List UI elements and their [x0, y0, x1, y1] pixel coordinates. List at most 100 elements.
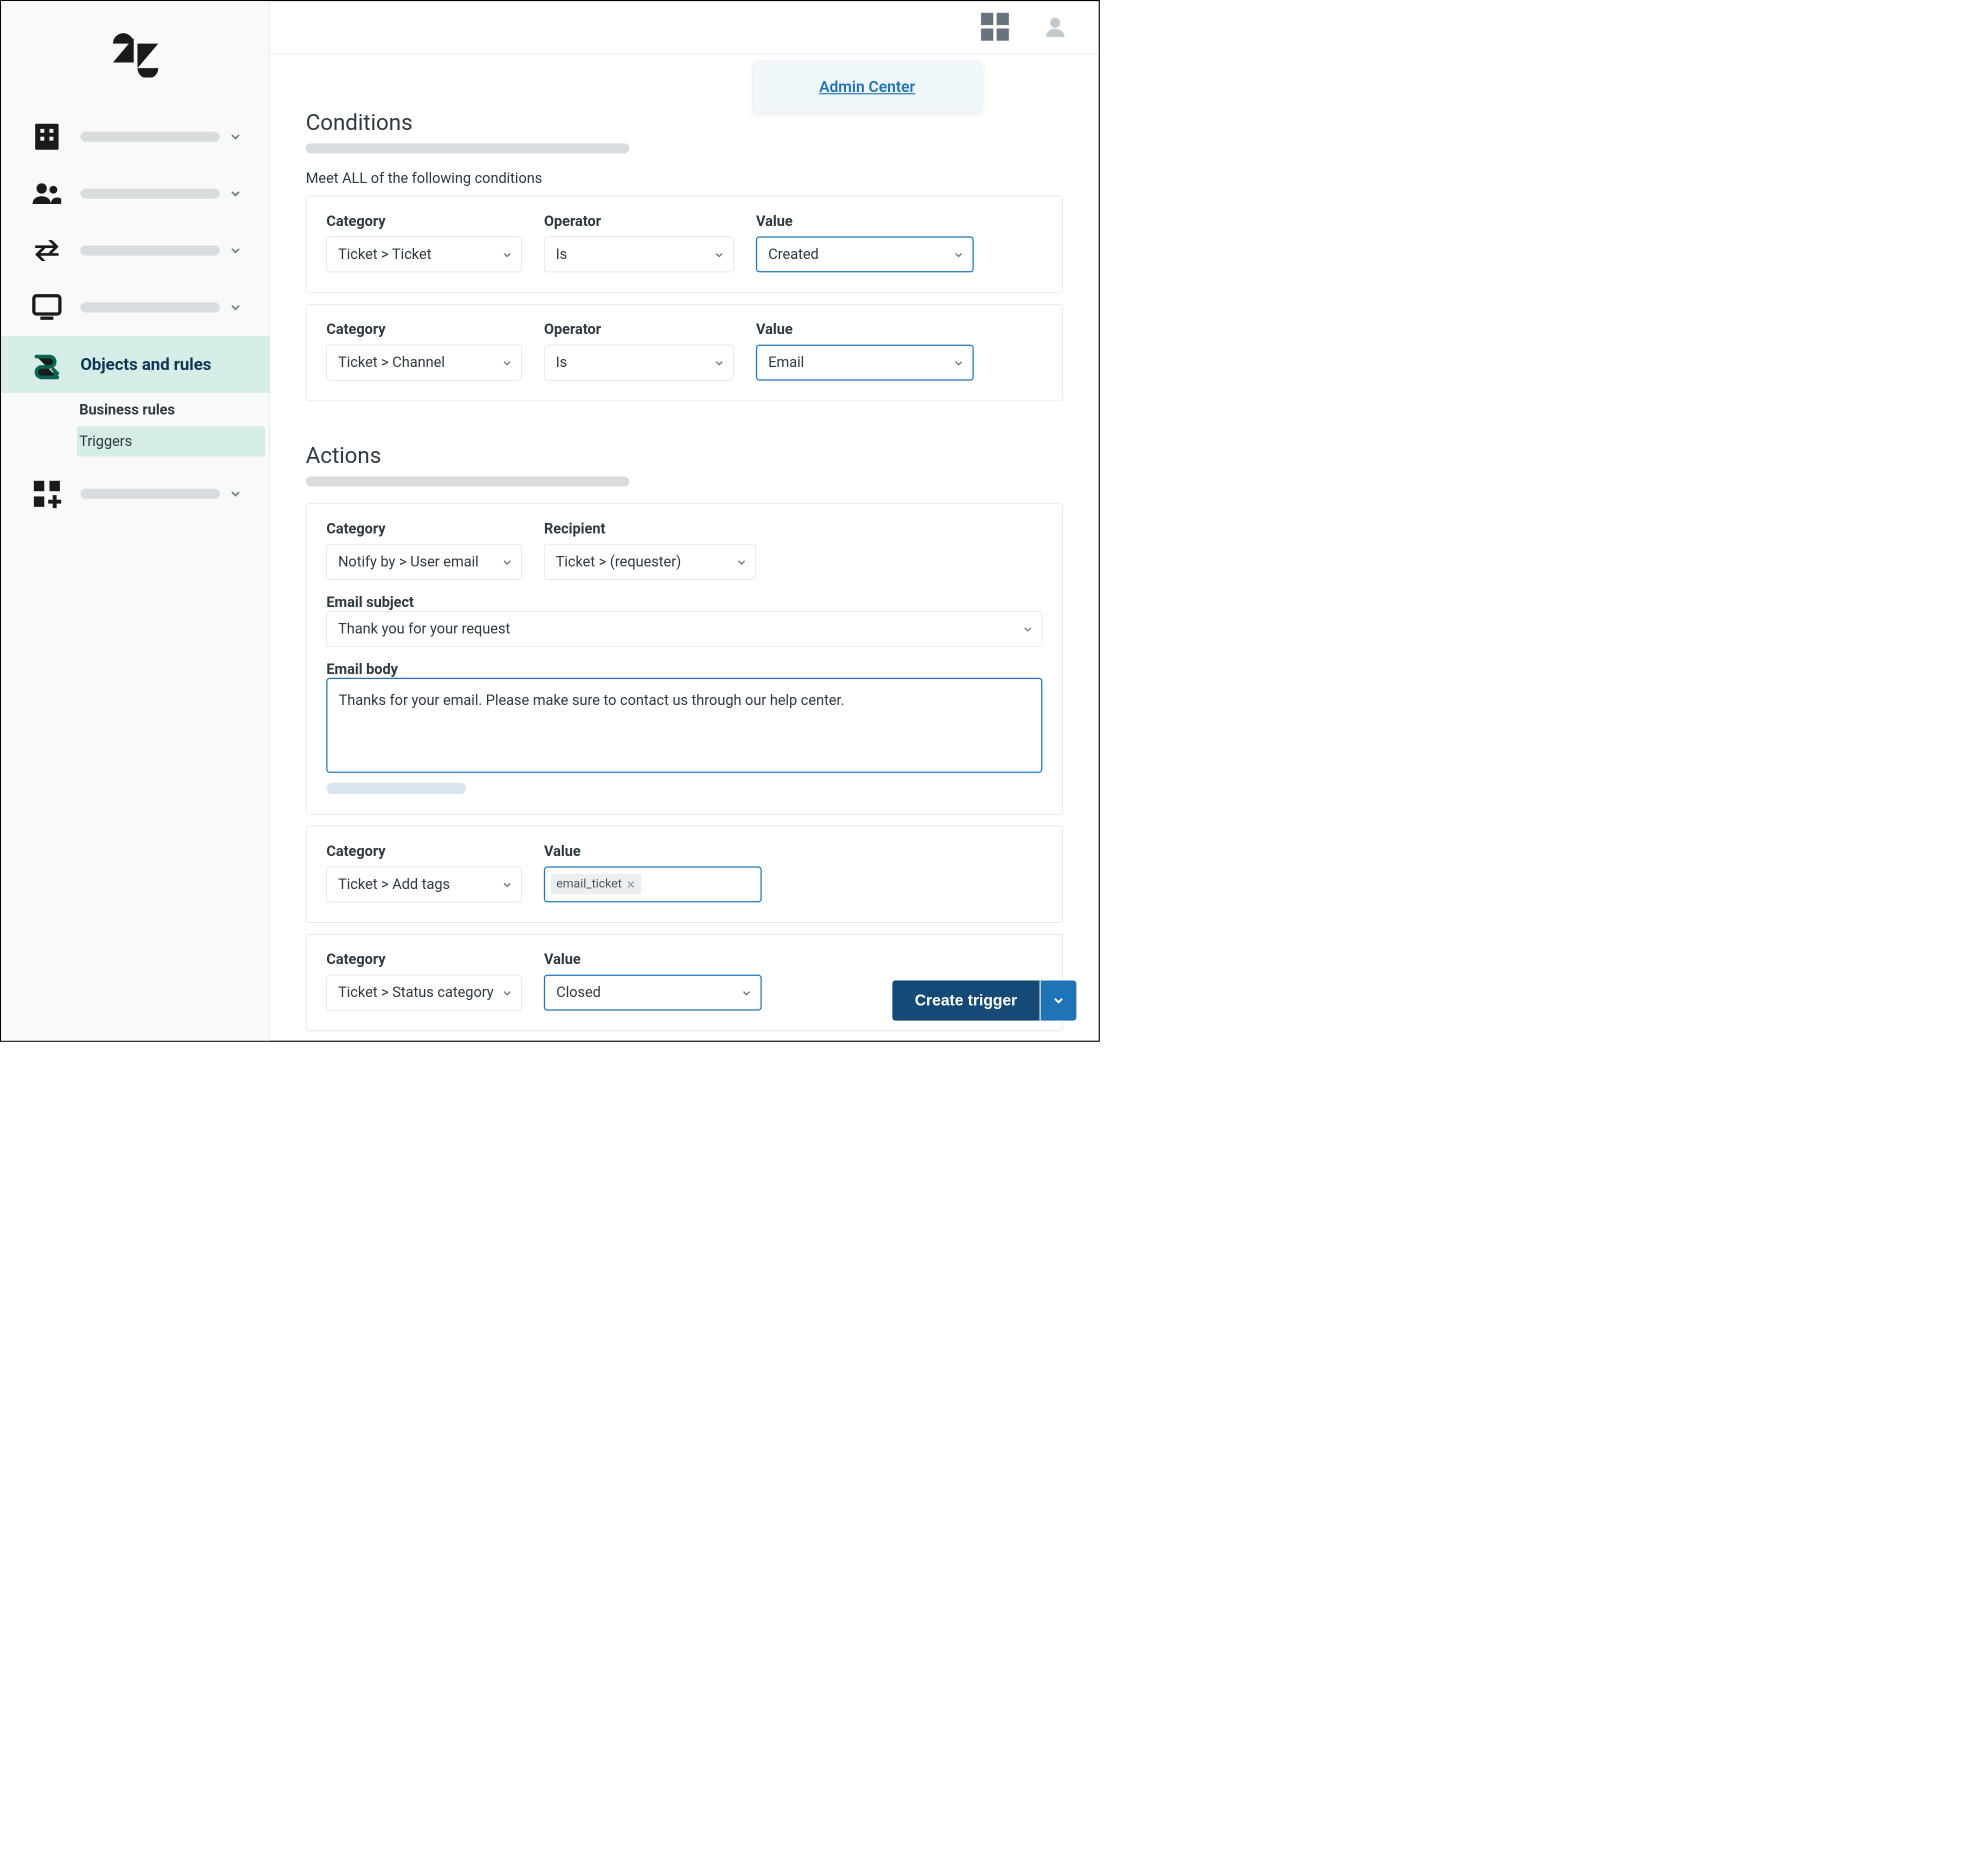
grid-icon: [981, 13, 1009, 41]
condition-value-select[interactable]: Created: [756, 237, 974, 273]
chevron-down-icon: [501, 878, 513, 890]
zendesk-logo-icon: [111, 28, 160, 77]
building-icon: [29, 119, 65, 155]
actions-title: Actions: [306, 442, 1063, 468]
chevron-down-icon: [953, 357, 965, 369]
select-value: Ticket > Status category: [338, 984, 494, 1001]
conditions-subtitle: Meet ALL of the following conditions: [306, 170, 1063, 187]
value-label: Value: [756, 213, 974, 230]
tag-chip: email_ticket ✕: [551, 874, 642, 895]
condition-value-select[interactable]: Email: [756, 345, 974, 381]
create-trigger-button[interactable]: Create trigger: [892, 980, 1039, 1020]
select-value: Email: [768, 354, 804, 371]
select-value: Ticket > Add tags: [338, 876, 450, 893]
select-value: Ticket > Channel: [338, 354, 445, 371]
select-value: Is: [556, 246, 567, 263]
sidebar-item-placeholder: [80, 302, 220, 312]
select-value: Ticket > Ticket: [338, 246, 431, 263]
sidebar-sub-item-triggers[interactable]: Triggers: [77, 426, 265, 456]
admin-center-dropdown: Admin Center: [753, 61, 982, 112]
chevron-down-icon: [501, 987, 513, 999]
sidebar-item-placeholder: [80, 132, 220, 142]
chevron-down-icon: [225, 484, 245, 504]
sidebar: Objects and rules Business rules Trigger…: [1, 1, 270, 1041]
chevron-down-icon: [713, 357, 725, 369]
action-card-notify: Category Notify by > User email Recipien…: [306, 503, 1063, 814]
remove-tag-icon[interactable]: ✕: [626, 878, 635, 891]
footer-actions: Create trigger: [892, 980, 1076, 1020]
chevron-down-icon: [501, 556, 513, 568]
user-menu-button[interactable]: [1041, 13, 1070, 42]
category-label: Category: [326, 951, 521, 968]
condition-category-select[interactable]: Ticket > Ticket: [326, 237, 521, 273]
sidebar-item-placeholder: [80, 489, 220, 499]
chevron-down-icon: [225, 240, 245, 260]
sidebar-item-placeholder: [80, 189, 220, 199]
chevron-down-icon: [740, 987, 752, 999]
operator-label: Operator: [544, 213, 734, 230]
conditions-title: Conditions: [306, 109, 1063, 135]
action-recipient-select[interactable]: Ticket > (requester): [544, 544, 756, 580]
chevron-down-icon: [501, 248, 513, 260]
topbar: Admin Center: [270, 1, 1099, 53]
chevron-down-icon: [1022, 623, 1034, 635]
category-label: Category: [326, 521, 521, 538]
sidebar-item-placeholder: [80, 246, 220, 256]
action-category-select[interactable]: Ticket > Add tags: [326, 867, 521, 903]
monitor-icon: [29, 290, 65, 326]
value-label: Value: [544, 951, 762, 968]
email-body-textarea[interactable]: Thanks for your email. Please make sure …: [326, 678, 1042, 773]
sidebar-subnav: Business rules Triggers: [1, 393, 269, 457]
chevron-down-icon: [1051, 993, 1066, 1008]
select-value: Is: [556, 354, 567, 371]
tag-text: email_ticket: [556, 877, 622, 891]
condition-operator-select[interactable]: Is: [544, 345, 734, 381]
email-subject-label: Email subject: [326, 594, 414, 611]
sidebar-item-apps[interactable]: [1, 465, 269, 522]
conditions-description-placeholder: [306, 143, 630, 153]
sidebar-item-people[interactable]: [1, 165, 269, 222]
apps-icon: [29, 476, 65, 512]
select-value: Closed: [556, 984, 601, 1001]
condition-operator-select[interactable]: Is: [544, 237, 734, 273]
sidebar-sub-heading: Business rules: [79, 393, 269, 426]
sidebar-item-workspaces[interactable]: [1, 279, 269, 336]
chevron-down-icon: [225, 184, 245, 204]
input-value: Thank you for your request: [338, 620, 510, 637]
apps-grid-button[interactable]: [980, 13, 1009, 42]
sidebar-nav: Objects and rules Business rules Trigger…: [1, 105, 269, 522]
action-card-tags: Category Ticket > Add tags Value email_t…: [306, 826, 1063, 923]
admin-center-link[interactable]: Admin Center: [819, 78, 915, 96]
sidebar-item-company[interactable]: [1, 108, 269, 165]
email-subject-input[interactable]: Thank you for your request: [326, 611, 1042, 647]
sidebar-item-objects-rules[interactable]: Objects and rules: [1, 336, 269, 393]
app-frame: Objects and rules Business rules Trigger…: [0, 0, 1100, 1042]
chevron-down-icon: [713, 248, 725, 260]
user-icon: [1043, 15, 1068, 40]
value-label: Value: [544, 843, 762, 860]
action-category-select[interactable]: Notify by > User email: [326, 544, 521, 580]
select-value: Created: [768, 246, 818, 263]
value-label: Value: [756, 321, 974, 338]
chevron-down-icon: [953, 248, 965, 260]
condition-card: Category Ticket > Channel Operator Is: [306, 304, 1063, 401]
content-area: Conditions Meet ALL of the following con…: [270, 54, 1099, 1041]
chevron-down-icon: [225, 297, 245, 317]
workflow-icon: [29, 347, 65, 383]
chevron-down-icon: [501, 357, 513, 369]
people-icon: [29, 176, 65, 212]
category-label: Category: [326, 213, 521, 230]
action-category-select[interactable]: Ticket > Status category: [326, 975, 521, 1011]
operator-label: Operator: [544, 321, 734, 338]
select-value: Notify by > User email: [338, 554, 479, 571]
action-value-select[interactable]: Closed: [544, 975, 762, 1011]
sidebar-item-channels[interactable]: [1, 222, 269, 279]
create-trigger-dropdown-button[interactable]: [1041, 980, 1077, 1020]
condition-category-select[interactable]: Ticket > Channel: [326, 345, 521, 381]
tags-input[interactable]: email_ticket ✕: [544, 867, 762, 903]
category-label: Category: [326, 843, 521, 860]
logo: [1, 1, 269, 105]
email-body-label: Email body: [326, 661, 398, 678]
transfer-icon: [29, 233, 65, 269]
category-label: Category: [326, 321, 521, 338]
